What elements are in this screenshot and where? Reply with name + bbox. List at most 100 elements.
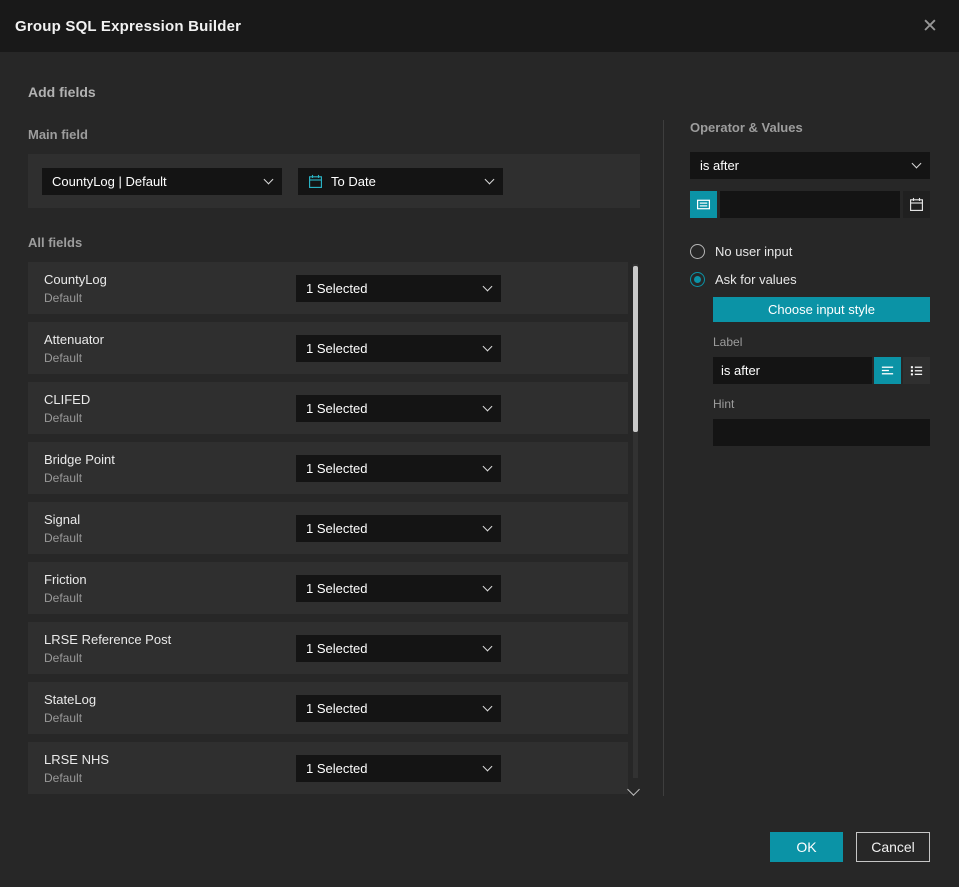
field-default-label: Default bbox=[44, 650, 83, 665]
chevron-down-icon bbox=[482, 461, 493, 471]
field-info: Friction Default bbox=[44, 572, 296, 605]
field-selected-value: 1 Selected bbox=[306, 580, 368, 596]
field-info: LRSE Reference Post Default bbox=[44, 632, 296, 665]
input-mode-radios: No user input Ask for values bbox=[690, 244, 930, 287]
chevron-down-icon bbox=[484, 174, 495, 184]
chevron-down-icon bbox=[482, 521, 493, 531]
field-selected-value: 1 Selected bbox=[306, 700, 368, 716]
choose-input-style-button[interactable]: Choose input style bbox=[713, 297, 930, 322]
field-selected-value: 1 Selected bbox=[306, 460, 368, 476]
field-name: Attenuator bbox=[44, 331, 104, 347]
field-row: Bridge Point Default 1 Selected bbox=[28, 442, 628, 494]
main-field-panel: CountyLog | Default To Date bbox=[28, 154, 640, 208]
ok-button[interactable]: OK bbox=[770, 832, 843, 862]
main-field-select[interactable]: CountyLog | Default bbox=[42, 167, 282, 195]
chevron-down-icon bbox=[263, 174, 274, 184]
field-name: LRSE Reference Post bbox=[44, 631, 172, 647]
field-selected-dropdown[interactable]: 1 Selected bbox=[296, 514, 501, 542]
main-field-select-value: CountyLog | Default bbox=[52, 173, 167, 189]
cancel-button[interactable]: Cancel bbox=[856, 832, 930, 862]
field-info: LRSE NHS Default bbox=[44, 752, 296, 785]
chevron-down-icon bbox=[482, 761, 493, 771]
radio-ask-for-values-label: Ask for values bbox=[715, 272, 797, 287]
field-name: Bridge Point bbox=[44, 451, 115, 467]
label-input[interactable] bbox=[713, 357, 872, 384]
field-name: LRSE NHS bbox=[44, 751, 110, 767]
field-default-label: Default bbox=[44, 710, 83, 725]
scrollbar-thumb[interactable] bbox=[633, 266, 638, 432]
field-selected-dropdown[interactable]: 1 Selected bbox=[296, 754, 501, 782]
value-row bbox=[690, 191, 930, 218]
add-fields-section: Add fields Main field CountyLog | Defaul… bbox=[28, 84, 640, 802]
scrollbar-track[interactable] bbox=[633, 264, 638, 778]
date-select-value: To Date bbox=[331, 173, 376, 189]
field-row: Attenuator Default 1 Selected bbox=[28, 322, 628, 374]
chevron-down-icon bbox=[482, 701, 493, 711]
field-selected-dropdown[interactable]: 1 Selected bbox=[296, 274, 501, 302]
field-selected-value: 1 Selected bbox=[306, 400, 368, 416]
field-info: CountyLog Default bbox=[44, 272, 296, 305]
main-field-date-select[interactable]: To Date bbox=[298, 167, 503, 195]
field-default-label: Default bbox=[44, 590, 83, 605]
list-style-button[interactable] bbox=[903, 357, 930, 384]
field-row: Signal Default 1 Selected bbox=[28, 502, 628, 554]
field-row: CLIFED Default 1 Selected bbox=[28, 382, 628, 434]
field-selected-value: 1 Selected bbox=[306, 640, 368, 656]
field-selected-value: 1 Selected bbox=[306, 760, 368, 776]
field-selected-dropdown[interactable]: 1 Selected bbox=[296, 394, 501, 422]
close-icon[interactable]: ✕ bbox=[916, 12, 944, 40]
single-line-style-button[interactable] bbox=[874, 357, 901, 384]
ask-for-values-options: Choose input style Label is after Hint bbox=[713, 297, 930, 446]
field-default-label: Default bbox=[44, 470, 83, 485]
field-info: Bridge Point Default bbox=[44, 452, 296, 485]
field-default-label: Default bbox=[44, 410, 83, 425]
field-name: Friction bbox=[44, 571, 87, 587]
chevron-down-icon bbox=[482, 341, 493, 351]
operator-values-heading: Operator & Values bbox=[690, 120, 803, 135]
field-info: CLIFED Default bbox=[44, 392, 296, 425]
field-selected-dropdown[interactable]: 1 Selected bbox=[296, 454, 501, 482]
field-name: CountyLog bbox=[44, 271, 107, 287]
align-left-icon bbox=[881, 366, 894, 375]
field-row: LRSE Reference Post Default 1 Selected bbox=[28, 622, 628, 674]
field-default-label: Default bbox=[44, 530, 83, 545]
all-fields-label: All fields bbox=[28, 235, 83, 250]
field-selected-value: 1 Selected bbox=[306, 340, 368, 356]
field-default-label: Default bbox=[44, 770, 83, 785]
radio-no-user-input[interactable]: No user input bbox=[690, 244, 930, 259]
field-selected-dropdown[interactable]: 1 Selected bbox=[296, 694, 501, 722]
field-row: StateLog Default 1 Selected bbox=[28, 682, 628, 734]
field-selected-dropdown[interactable]: 1 Selected bbox=[296, 574, 501, 602]
field-row: LRSE NHS Default 1 Selected bbox=[28, 742, 628, 794]
radio-no-user-input-label: No user input bbox=[715, 244, 793, 259]
field-row: Friction Default 1 Selected bbox=[28, 562, 628, 614]
radio-circle-icon bbox=[690, 244, 705, 259]
field-name: Signal bbox=[44, 511, 81, 527]
vertical-divider bbox=[663, 120, 664, 796]
field-icon bbox=[696, 199, 711, 210]
operator-select[interactable]: is after bbox=[690, 152, 930, 179]
label-label: Label bbox=[713, 335, 743, 349]
field-selected-dropdown[interactable]: 1 Selected bbox=[296, 334, 501, 362]
radio-ask-for-values[interactable]: Ask for values bbox=[690, 272, 930, 287]
label-row bbox=[713, 357, 930, 384]
field-default-label: Default bbox=[44, 290, 83, 305]
field-selected-dropdown[interactable]: 1 Selected bbox=[296, 634, 501, 662]
dialog-title: Group SQL Expression Builder bbox=[15, 17, 242, 35]
calendar-button[interactable] bbox=[903, 191, 930, 218]
hint-input[interactable] bbox=[713, 419, 930, 446]
operator-values-section: Operator & Values is after No user input… bbox=[690, 120, 930, 446]
field-value-button[interactable] bbox=[690, 191, 717, 218]
value-input[interactable] bbox=[720, 191, 900, 218]
field-row: CountyLog Default 1 Selected bbox=[28, 262, 628, 314]
field-info: Signal Default bbox=[44, 512, 296, 545]
add-fields-heading: Add fields bbox=[28, 84, 96, 100]
field-name: CLIFED bbox=[44, 391, 91, 407]
all-fields-list: CountyLog Default 1 Selected Attenuator … bbox=[28, 262, 628, 794]
dialog-header: Group SQL Expression Builder ✕ bbox=[0, 0, 959, 52]
chevron-down-icon bbox=[482, 401, 493, 411]
operator-select-value: is after bbox=[700, 158, 740, 173]
chevron-down-icon bbox=[482, 641, 493, 651]
field-default-label: Default bbox=[44, 350, 83, 365]
hint-label: Hint bbox=[713, 397, 735, 411]
